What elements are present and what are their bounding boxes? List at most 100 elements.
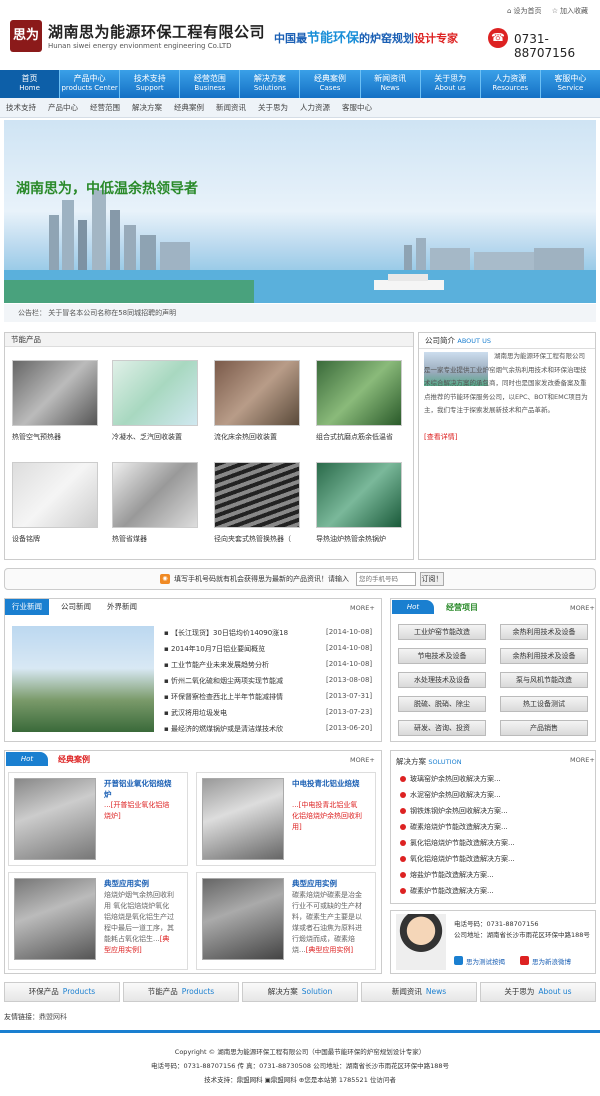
product-image[interactable] <box>12 462 98 528</box>
business-item[interactable]: 泵与风机节能改造 <box>500 672 588 688</box>
business-item[interactable]: 余热利用技术及设备 <box>500 648 588 664</box>
case-image[interactable] <box>202 778 284 860</box>
about-title-en: ABOUT US <box>457 337 491 345</box>
case-link[interactable]: [典型应用实例] <box>306 946 353 954</box>
solution-item[interactable]: 钢铁炼钢炉余热回收解决方案... <box>400 806 508 816</box>
friend-link[interactable]: 鼎盟网科 <box>39 1013 67 1021</box>
tab-industry-news[interactable]: 行业新闻 <box>5 599 49 615</box>
nav-label: 技术支持 <box>133 74 166 83</box>
subnav-products[interactable]: 产品中心 <box>48 98 78 117</box>
business-item[interactable]: 脱硫、脱硝、除尘 <box>398 696 486 712</box>
news-image[interactable] <box>12 626 154 732</box>
subnav-about[interactable]: 关于思为 <box>258 98 288 117</box>
business-item[interactable]: 热工设备测试 <box>500 696 588 712</box>
case-image[interactable] <box>202 878 284 960</box>
business-item[interactable]: 产品销售 <box>500 720 588 736</box>
tab-label-en: About us <box>538 987 572 996</box>
phone-input[interactable] <box>356 572 416 586</box>
product-image[interactable] <box>214 462 300 528</box>
subscribe-button[interactable]: 订阅！ <box>420 572 444 586</box>
subnav-news[interactable]: 新闻资讯 <box>216 98 246 117</box>
product-caption[interactable]: 热管空气预热器 <box>12 432 108 442</box>
about-more-link[interactable]: [查看详情] <box>424 432 457 442</box>
nav-resources[interactable]: 人力资源 Resources <box>481 70 541 98</box>
case-title[interactable]: 开普铝业氧化铝焙烧炉 <box>104 778 176 800</box>
case-desc-text[interactable]: ...[中电投青北铝业氧化铝焙烧炉余热回收利用] <box>292 801 362 831</box>
tab-company-news[interactable]: 公司新闻 <box>54 599 98 615</box>
solution-item[interactable]: 熔盐炉节能改造解决方案... <box>400 870 494 880</box>
product-image[interactable] <box>12 360 98 426</box>
news-title[interactable]: 最经济的燃煤锅炉或是清洁煤技术欣 <box>171 725 283 733</box>
bottom-tab-solution[interactable]: 解决方案 Solution <box>242 982 358 1002</box>
case-desc-text[interactable]: ...[开普铝业氧化铝焙烧炉] <box>104 801 169 820</box>
set-homepage-link[interactable]: 设为首页 <box>513 7 541 15</box>
news-title[interactable]: 工业节能产业未来发展趋势分析 <box>171 661 269 669</box>
solution-item[interactable]: 碳素焙烧炉节能改造解决方案... <box>400 822 508 832</box>
business-item[interactable]: 节电技术及设备 <box>398 648 486 664</box>
product-image[interactable] <box>112 360 198 426</box>
case-title[interactable]: 典型应用实例 <box>104 878 176 889</box>
case-image[interactable] <box>14 878 96 960</box>
nav-business[interactable]: 经营范围 Business <box>180 70 241 98</box>
news-title[interactable]: 2014年10月7日铝业要闻概览 <box>171 645 265 653</box>
qq-link-1[interactable]: 思为测试按揭 <box>466 956 505 966</box>
business-item[interactable]: 工业炉窑节能改造 <box>398 624 486 640</box>
product-caption[interactable]: 组合式抗磨点筋余低温省 <box>316 432 412 442</box>
product-caption[interactable]: 冷凝水、乏汽回收装置 <box>112 432 208 442</box>
solution-item[interactable]: 水泥窑炉余热回收解决方案... <box>400 790 501 800</box>
solution-item[interactable]: 氯化铝焙烧炉节能改造解决方案... <box>400 838 515 848</box>
product-image[interactable] <box>112 462 198 528</box>
solutions-more-link[interactable]: MORE+ <box>570 756 595 764</box>
case-title[interactable]: 典型应用实例 <box>292 878 364 889</box>
business-item[interactable]: 余热利用技术及设备 <box>500 624 588 640</box>
cases-more-link[interactable]: MORE+ <box>350 756 375 764</box>
solution-item[interactable]: 玻璃窑炉余热回收解决方案... <box>400 774 501 784</box>
bottom-tab-energy-products[interactable]: 节能产品 Products <box>123 982 239 1002</box>
bottom-tab-about[interactable]: 关于思为 About us <box>480 982 596 1002</box>
nav-cases[interactable]: 经典案例 Cases <box>300 70 361 98</box>
solution-item[interactable]: 氧化铝焙烧炉节能改造解决方案... <box>400 854 515 864</box>
nav-about[interactable]: 关于思为 About us <box>421 70 481 98</box>
bottom-tab-eco-products[interactable]: 环保产品 Products <box>4 982 120 1002</box>
business-item[interactable]: 水处理技术及设备 <box>398 672 486 688</box>
nav-products[interactable]: 产品中心 products Center <box>60 70 121 98</box>
subnav-resources[interactable]: 人力资源 <box>300 98 330 117</box>
nav-news[interactable]: 新闻资讯 News <box>361 70 421 98</box>
product-caption[interactable]: 导热油炉热管余热锅炉 <box>316 534 412 544</box>
nav-support[interactable]: 技术支持 Support <box>120 70 181 98</box>
subnav-support[interactable]: 技术支持 <box>6 98 36 117</box>
subnav-cases[interactable]: 经典案例 <box>174 98 204 117</box>
product-image[interactable] <box>316 462 402 528</box>
nav-label: 经营范围 <box>193 74 226 83</box>
news-title[interactable]: 【长江现货】30日铝均价14090涨18 <box>171 629 288 637</box>
business-more-link[interactable]: MORE+ <box>570 604 595 612</box>
product-image[interactable] <box>214 360 300 426</box>
product-caption[interactable]: 流化床余热回收装置 <box>214 432 310 442</box>
nav-solutions[interactable]: 解决方案 Solutions <box>240 70 301 98</box>
solution-item[interactable]: 碳素炉节能改造解决方案... <box>400 886 494 896</box>
subnav-solutions[interactable]: 解决方案 <box>132 98 162 117</box>
notice-bar[interactable]: 公告栏： 关于冒名本公司名称在58同城招聘的声明 <box>4 304 596 322</box>
business-item[interactable]: 研发、咨询、投资 <box>398 720 486 736</box>
tab-external-news[interactable]: 外界新闻 <box>100 599 144 615</box>
case-title[interactable]: 中电投青北铝业焙烧 <box>292 778 364 789</box>
product-caption[interactable]: 设备铭牌 <box>12 534 108 544</box>
product-caption[interactable]: 径向夹套式热管换热器（ <box>214 534 310 544</box>
hero-banner[interactable]: 湖南思为，中低温余热领导者 <box>4 120 596 303</box>
news-more-link[interactable]: MORE+ <box>350 604 375 612</box>
news-title[interactable]: 环保督察检查西北上半年节能减排情 <box>171 693 283 701</box>
weibo-link[interactable]: 思为新浪微博 <box>532 956 571 966</box>
bottom-tab-news[interactable]: 新闻资讯 News <box>361 982 477 1002</box>
product-caption[interactable]: 热管省煤器 <box>112 534 208 544</box>
news-title[interactable]: 武汉将用垃圾发电 <box>171 709 227 717</box>
contact-address: 公司地址：湖南省长沙市雨花区环保中路188号 <box>454 931 590 939</box>
company-logo[interactable]: 思为 <box>10 20 42 52</box>
subnav-service[interactable]: 客服中心 <box>342 98 372 117</box>
add-favorite-link[interactable]: 加入收藏 <box>560 7 588 15</box>
news-title[interactable]: 忻州二氧化硫和烟尘两项实现节能减 <box>171 677 283 685</box>
nav-service[interactable]: 客服中心 Service <box>541 70 600 98</box>
subnav-business[interactable]: 经营范围 <box>90 98 120 117</box>
product-image[interactable] <box>316 360 402 426</box>
nav-home[interactable]: 首页 Home <box>0 70 61 98</box>
case-image[interactable] <box>14 778 96 860</box>
